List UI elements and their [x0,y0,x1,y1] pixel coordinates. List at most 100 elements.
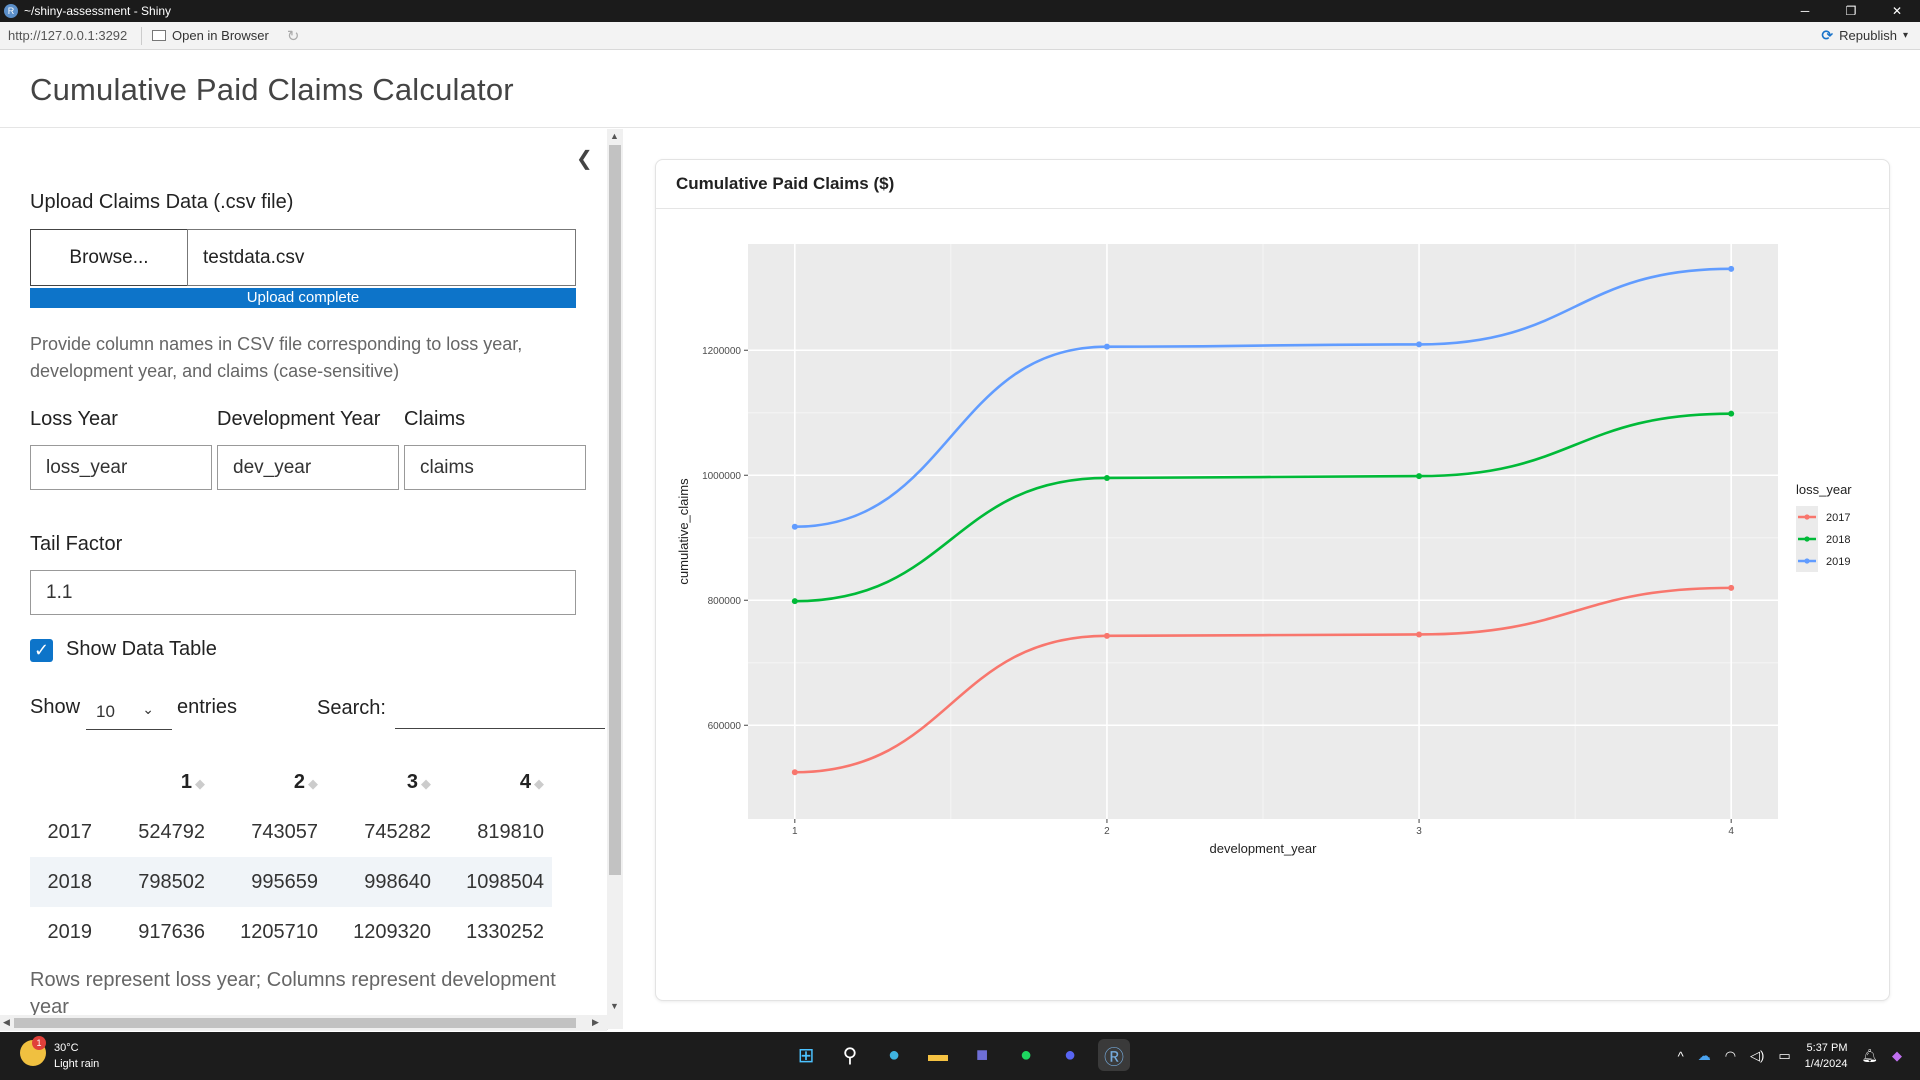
table-cell: 2018 [30,857,100,907]
table-cell: 745282 [364,820,431,843]
rstudio-app-icon: R [4,4,18,18]
notification-badge: 1 [32,1036,46,1050]
cumulative-claims-chart: 600000 800000 1000000 1200000 1 2 3 4 developmen… [676,244,1852,856]
app-header: Cumulative Paid Claims Calculator [0,51,1920,128]
table-cell: 1209320 [353,920,431,943]
sort-icon[interactable]: ◆ [308,776,318,791]
clock[interactable]: 5:37 PM 1/4/2024 [1805,1040,1848,1072]
chevron-down-icon: ⌄ [142,701,154,717]
show-table-checkbox[interactable]: ✓ [30,639,53,662]
chevron-down-icon[interactable]: ▾ [1903,30,1908,41]
legend-label: 2017 [1826,512,1850,524]
table-cell: 819810 [477,820,544,843]
weather-widget[interactable]: 1 30°C Light rain [20,1036,99,1072]
claims-data-table: 1 ◆ 2 ◆ 3 ◆ 4 ◆ 2017 524792 743057 745282 81… [30,757,552,957]
refresh-icon[interactable]: ↻ [287,27,300,45]
table-header[interactable]: 2 ◆ [213,757,326,807]
tail-factor-input[interactable]: 1.1 [30,570,576,615]
date: 1/4/2024 [1804,1058,1848,1070]
scroll-left-icon[interactable]: ◀ [3,1017,10,1028]
start-icon[interactable]: ⊞ [790,1039,822,1071]
window-controls: ─ ❐ ✕ [1782,0,1920,22]
chevron-up-icon[interactable]: ^ [1678,1049,1684,1064]
republish-button[interactable]: ⟳ Republish ▾ [1821,27,1908,44]
discord-icon[interactable]: ● [1054,1039,1086,1071]
table-header[interactable]: 1 ◆ [100,757,213,807]
table-header[interactable]: 4 ◆ [439,757,552,807]
dev-year-input[interactable]: dev_year [217,445,399,490]
windows-taskbar: 1 30°C Light rain ⊞ ⚲ ● ▬ ■ ● ● Ⓡ ^ ☁ ◠ … [0,1032,1920,1080]
data-point-2018 [1416,473,1423,480]
sidebar-vertical-scrollbar[interactable]: ▲ ▼ [607,129,623,1029]
table-search-input[interactable] [395,692,605,729]
sidebar-horizontal-scrollbar[interactable]: ◀ ▶ [0,1015,607,1031]
data-point-2017 [1103,632,1110,639]
window-title: ~/shiny-assessment - Shiny [24,4,172,18]
data-point-2019 [1103,343,1110,350]
browse-button[interactable]: Browse... [30,229,188,286]
notification-bell-icon[interactable]: 🔔︎ [1861,1048,1878,1064]
search-icon[interactable]: ⚲ [834,1039,866,1071]
publish-icon: ⟳ [1821,27,1834,43]
copilot-icon[interactable]: ◆ [1892,1048,1902,1064]
data-point-2017 [1416,631,1423,638]
sort-icon[interactable]: ◆ [195,776,205,791]
column-help-text: Provide column names in CSV file corresp… [30,334,523,381]
volume-icon[interactable]: ◁) [1750,1048,1764,1064]
onedrive-icon[interactable]: ☁ [1698,1048,1711,1064]
dev-year-label: Development Year [217,408,381,430]
restore-button[interactable]: ❐ [1828,0,1874,22]
table-footnote: Rows represent loss year; Columns repres… [30,969,556,1018]
url-display: http://127.0.0.1:3292 [0,26,142,45]
y-tick-label: 1000000 [702,471,741,482]
x-tick-label: 3 [1416,826,1422,837]
viewer-toolbar: http://127.0.0.1:3292 Open in Browser ↻ … [0,22,1920,50]
table-cell: 2017 [47,820,93,843]
wifi-icon[interactable]: ◠ [1725,1048,1736,1064]
open-in-browser-button[interactable]: Open in Browser [152,28,269,43]
data-point-2018 [1103,474,1110,481]
collapse-sidebar-icon[interactable]: ❮ [576,146,593,171]
data-point-2018 [791,598,798,605]
table-cell: 995659 [213,857,326,907]
sort-icon[interactable]: ◆ [534,776,544,791]
scroll-right-icon[interactable]: ▶ [592,1017,599,1028]
entries-select[interactable]: 10 ⌄ [86,694,172,730]
claims-label: Claims [404,408,466,430]
x-axis-label: development_year [1210,841,1318,856]
scroll-up-icon[interactable]: ▲ [610,131,619,141]
temperature: 30°C [54,1042,79,1054]
table-cell: 524792 [138,820,205,843]
scrollbar-thumb[interactable] [14,1018,576,1028]
minimize-button[interactable]: ─ [1782,0,1828,22]
y-tick-label: 800000 [708,596,742,607]
claims-input[interactable]: claims [404,445,586,490]
show-entries-label: Show [30,696,81,718]
upload-label: Upload Claims Data (.csv file) [30,191,294,213]
spotify-icon[interactable]: ● [1010,1039,1042,1071]
loss-year-label: Loss Year [30,408,118,430]
loss-year-input[interactable]: loss_year [30,445,212,490]
y-tick-label: 600000 [708,721,742,732]
table-row: 2019 917636 1205710 1209320 1330252 [30,907,552,957]
tail-factor-label: Tail Factor [30,533,123,555]
table-cell: 1205710 [240,920,318,943]
battery-icon[interactable]: ▭ [1778,1048,1790,1064]
table-header[interactable]: 3 ◆ [326,757,439,807]
x-tick-label: 1 [792,826,798,837]
scroll-down-icon[interactable]: ▼ [610,1001,619,1011]
y-axis-label: cumulative_claims [676,478,691,585]
sort-icon[interactable]: ◆ [421,776,431,791]
scrollbar-thumb[interactable] [609,145,621,875]
rstudio-icon[interactable]: Ⓡ [1098,1039,1130,1071]
file-explorer-icon[interactable]: ▬ [922,1039,954,1071]
teams-icon[interactable]: ■ [966,1039,998,1071]
window-titlebar: R ~/shiny-assessment - Shiny ─ ❐ ✕ [0,0,1920,22]
table-cell: 917636 [138,920,205,943]
system-tray: ^ ☁ ◠ ◁) ▭ 5:37 PM 1/4/2024 🔔︎ ◆ [1678,1040,1902,1072]
entries-value: 10 [96,701,115,721]
close-button[interactable]: ✕ [1874,0,1920,22]
edge-icon[interactable]: ● [878,1039,910,1071]
file-name-field[interactable]: testdata.csv [187,229,576,286]
search-label: Search: [317,697,386,719]
